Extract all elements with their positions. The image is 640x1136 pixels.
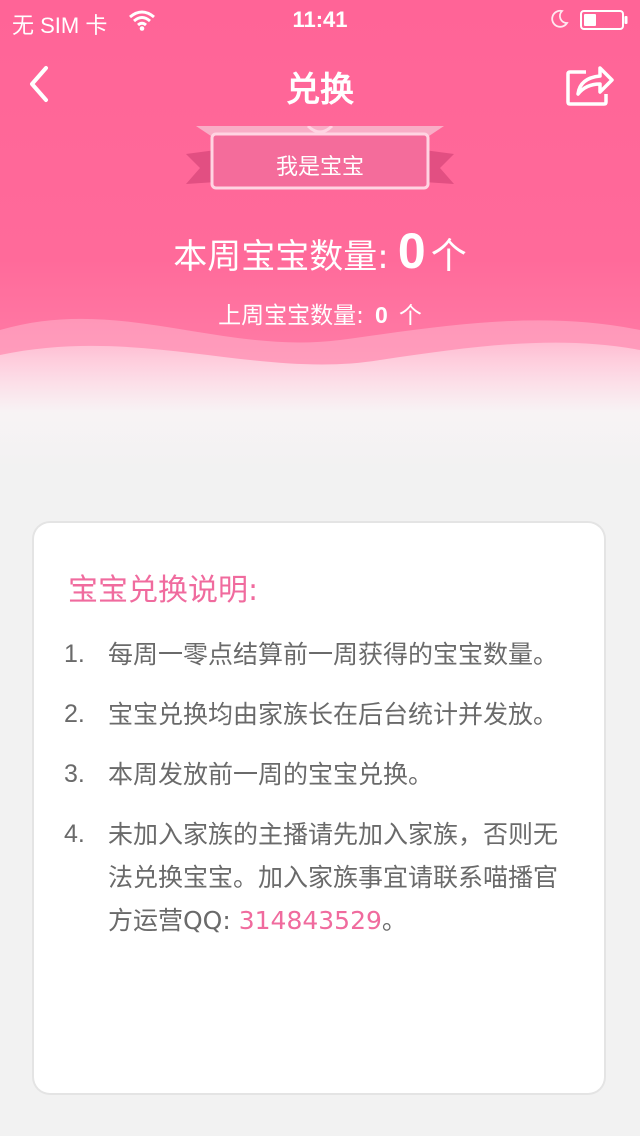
rule-item: 2. 宝宝兑换均由家族长在后台统计并发放。 bbox=[64, 693, 564, 736]
this-week-label: 本周宝宝数量: bbox=[173, 237, 389, 277]
share-button[interactable] bbox=[564, 60, 616, 108]
last-week-value: 0 bbox=[374, 302, 388, 328]
rule-number: 1. bbox=[64, 640, 85, 668]
battery-icon bbox=[580, 10, 628, 30]
last-week-unit: 个 bbox=[398, 303, 422, 329]
status-time: 11:41 bbox=[292, 7, 348, 32]
instructions-card: 宝宝兑换说明: 1. 每周一零点结算前一周获得的宝宝数量。 2. 宝宝兑换均由家… bbox=[34, 523, 604, 1093]
this-week-count: 本周宝宝数量: 0 个 bbox=[0, 222, 640, 280]
rule-text: 每周一零点结算前一周获得的宝宝数量。 bbox=[108, 640, 559, 669]
rule-text: 本周发放前一周的宝宝兑换。 bbox=[108, 760, 434, 789]
rules-list: 1. 每周一零点结算前一周获得的宝宝数量。 2. 宝宝兑换均由家族长在后台统计并… bbox=[64, 633, 564, 959]
page-title: 兑换 bbox=[286, 70, 354, 110]
rule-item: 3. 本周发放前一周的宝宝兑换。 bbox=[64, 753, 564, 796]
rule-number: 4. bbox=[64, 820, 85, 848]
last-week-label: 上周宝宝数量: bbox=[218, 303, 364, 329]
card-title: 宝宝兑换说明: bbox=[68, 573, 259, 608]
rule-tail: 。 bbox=[381, 906, 407, 935]
rule-text: 宝宝兑换均由家族长在后台统计并发放。 bbox=[108, 700, 559, 729]
qq-number-link[interactable]: 314843529 bbox=[239, 906, 382, 935]
status-bar: 无 SIM 卡 11:41 bbox=[0, 0, 640, 40]
rule-number: 2. bbox=[64, 700, 85, 728]
last-week-count: 上周宝宝数量: 0 个 bbox=[0, 296, 640, 330]
moon-icon bbox=[551, 9, 569, 28]
this-week-unit: 个 bbox=[430, 236, 467, 277]
badge-label: 我是宝宝 bbox=[275, 155, 364, 180]
this-week-value: 0 bbox=[397, 223, 426, 279]
rule-number: 3. bbox=[64, 760, 85, 788]
rule-item: 1. 每周一零点结算前一周获得的宝宝数量。 bbox=[64, 633, 564, 676]
rule-item: 4. 未加入家族的主播请先加入家族，否则无法兑换宝宝。加入家族事宜请联系喵播官方… bbox=[64, 813, 564, 942]
